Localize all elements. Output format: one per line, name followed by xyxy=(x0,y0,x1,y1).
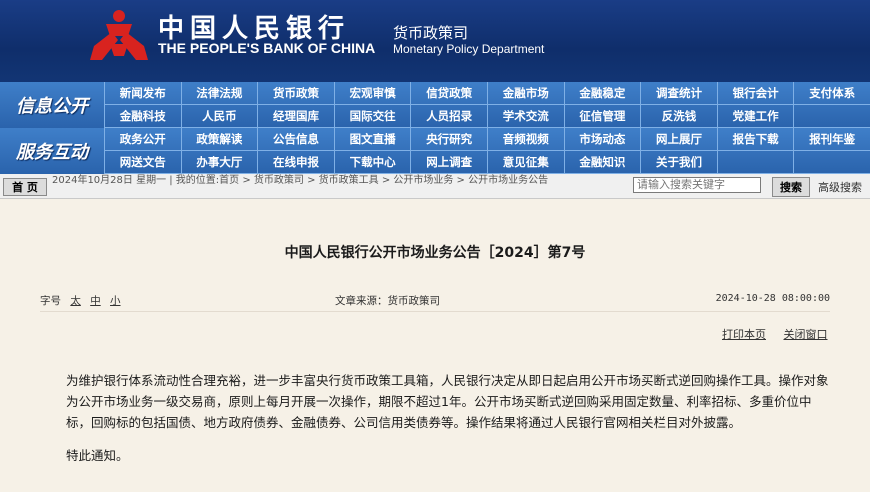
article-body: 为维护银行体系流动性合理充裕，进一步丰富央行货币政策工具箱，人民银行决定从即日起… xyxy=(66,370,836,478)
article-source: 文章来源：货币政策司 xyxy=(335,295,440,307)
nav-item-service-6[interactable]: 市场动态 xyxy=(563,128,641,151)
nav-item-service-2[interactable]: 公告信息 xyxy=(257,128,334,151)
nav-service-interaction: 服务互动 政务公开 政策解读 公告信息 图文直播 央行研究 音频视频 市场动态 网上展厅 报告下… xyxy=(0,128,870,174)
nav-item-service-14[interactable]: 网上调查 xyxy=(410,151,487,174)
nav-item-service-7[interactable]: 网上展厅 xyxy=(640,128,717,151)
article-date: 2024-10-28 08:00:00 xyxy=(715,293,830,304)
nav-item-info-6[interactable]: 金融稳定 xyxy=(563,82,641,105)
nav-item-info-5[interactable]: 金融市场 xyxy=(486,82,564,105)
close-window-link[interactable]: 关闭窗口 xyxy=(784,328,828,341)
font-size-large[interactable]: 太 xyxy=(70,295,81,307)
site-header: 中国人民银行 THE PEOPLE'S BANK OF CHINA 货币政策司 … xyxy=(0,0,870,82)
article-meta: 字号 太 中 小 文章来源：货币政策司 2024-10-28 08:00:00 xyxy=(40,293,830,312)
home-button[interactable]: 首 页 xyxy=(3,178,47,196)
nav-item-service-10[interactable]: 网送文告 xyxy=(104,151,181,174)
nav-item-service-11[interactable]: 办事大厅 xyxy=(180,151,258,174)
nav-item-info-16[interactable]: 征信管理 xyxy=(563,105,641,128)
nav-item-info-10[interactable]: 金融科技 xyxy=(104,105,181,128)
nav-item-service-1[interactable]: 政策解读 xyxy=(180,128,258,151)
nav-grid: 新闻发布 法律法规 货币政策 宏观审慎 信贷政策 金融市场 金融稳定 调查统计 银行会计 支付体系… xyxy=(104,82,870,128)
bank-name-en: THE PEOPLE'S BANK OF CHINA xyxy=(158,40,376,56)
nav-info-disclosure: 信息公开 新闻发布 法律法规 货币政策 宏观审慎 信贷政策 金融市场 金融稳定 调查统计 银行会… xyxy=(0,82,870,128)
nav-item-info-14[interactable]: 人员招录 xyxy=(410,105,487,128)
info-bar: 首 页 2024年10月28日 星期一 | 我的位置:首页 > 货币政策司 > … xyxy=(0,174,870,199)
nav-section-label: 服务互动 xyxy=(16,142,88,163)
nav-item-info-19 xyxy=(793,105,870,128)
nav-item-info-9[interactable]: 支付体系 xyxy=(793,82,870,105)
nav-item-service-3[interactable]: 图文直播 xyxy=(333,128,411,151)
nav-item-service-13[interactable]: 下载中心 xyxy=(333,151,411,174)
nav-item-service-15[interactable]: 意见征集 xyxy=(486,151,564,174)
article-paragraph: 为维护银行体系流动性合理充裕，进一步丰富央行货币政策工具箱，人民银行决定从即日起… xyxy=(66,373,829,430)
nav-item-service-12[interactable]: 在线申报 xyxy=(257,151,334,174)
advanced-search-link[interactable]: 高级搜索 xyxy=(818,179,862,195)
pboc-logo-icon xyxy=(90,10,148,60)
print-page-link[interactable]: 打印本页 xyxy=(722,328,766,341)
nav-item-service-4[interactable]: 央行研究 xyxy=(410,128,487,151)
nav-item-info-1[interactable]: 法律法规 xyxy=(180,82,258,105)
article-paragraph: 特此通知。 xyxy=(66,448,129,463)
nav-item-service-17[interactable]: 关于我们 xyxy=(640,151,717,174)
nav-item-info-17[interactable]: 反洗钱 xyxy=(640,105,717,128)
breadcrumb: 2024年10月28日 星期一 | 我的位置:首页 > 货币政策司 > 货币政策… xyxy=(52,175,549,186)
nav-item-info-4[interactable]: 信贷政策 xyxy=(410,82,487,105)
dept-name-en: Monetary Policy Department xyxy=(393,42,545,56)
font-size-small[interactable]: 小 xyxy=(110,295,121,307)
nav-item-service-5[interactable]: 音频视频 xyxy=(486,128,564,151)
font-size-control: 字号 太 中 小 xyxy=(40,293,121,308)
nav-item-service-9[interactable]: 报刊年鉴 xyxy=(793,128,870,151)
nav-item-service-19 xyxy=(793,151,870,174)
nav-grid: 政务公开 政策解读 公告信息 图文直播 央行研究 音频视频 市场动态 网上展厅 报告下载 报刊年鉴… xyxy=(104,128,870,174)
nav-item-info-3[interactable]: 宏观审慎 xyxy=(333,82,411,105)
article-tools: 打印本页 关闭窗口 xyxy=(722,326,842,342)
search-button[interactable]: 搜索 xyxy=(772,177,810,197)
font-size-label: 字号 xyxy=(40,295,61,307)
nav-item-info-2[interactable]: 货币政策 xyxy=(257,82,334,105)
nav-section-label: 信息公开 xyxy=(16,96,88,117)
nav-item-info-8[interactable]: 银行会计 xyxy=(716,82,794,105)
nav-item-info-13[interactable]: 国际交往 xyxy=(333,105,411,128)
dept-name-cn: 货币政策司 xyxy=(393,24,469,42)
nav-item-info-7[interactable]: 调查统计 xyxy=(640,82,717,105)
nav-item-service-18 xyxy=(716,151,794,174)
nav-item-service-0[interactable]: 政务公开 xyxy=(104,128,181,151)
nav-item-info-15[interactable]: 学术交流 xyxy=(486,105,564,128)
font-size-medium[interactable]: 中 xyxy=(90,295,101,307)
nav-item-info-0[interactable]: 新闻发布 xyxy=(104,82,181,105)
nav-item-info-11[interactable]: 人民币 xyxy=(180,105,258,128)
nav-item-service-16[interactable]: 金融知识 xyxy=(563,151,641,174)
nav-item-info-18[interactable]: 党建工作 xyxy=(716,105,794,128)
nav-item-service-8[interactable]: 报告下载 xyxy=(716,128,794,151)
nav-item-info-12[interactable]: 经理国库 xyxy=(257,105,334,128)
article-title: 中国人民银行公开市场业务公告［2024］第7号 xyxy=(284,245,586,261)
search-input[interactable] xyxy=(633,177,761,193)
main-nav: 信息公开 新闻发布 法律法规 货币政策 宏观审慎 信贷政策 金融市场 金融稳定 调查统计 银行会… xyxy=(0,82,870,174)
